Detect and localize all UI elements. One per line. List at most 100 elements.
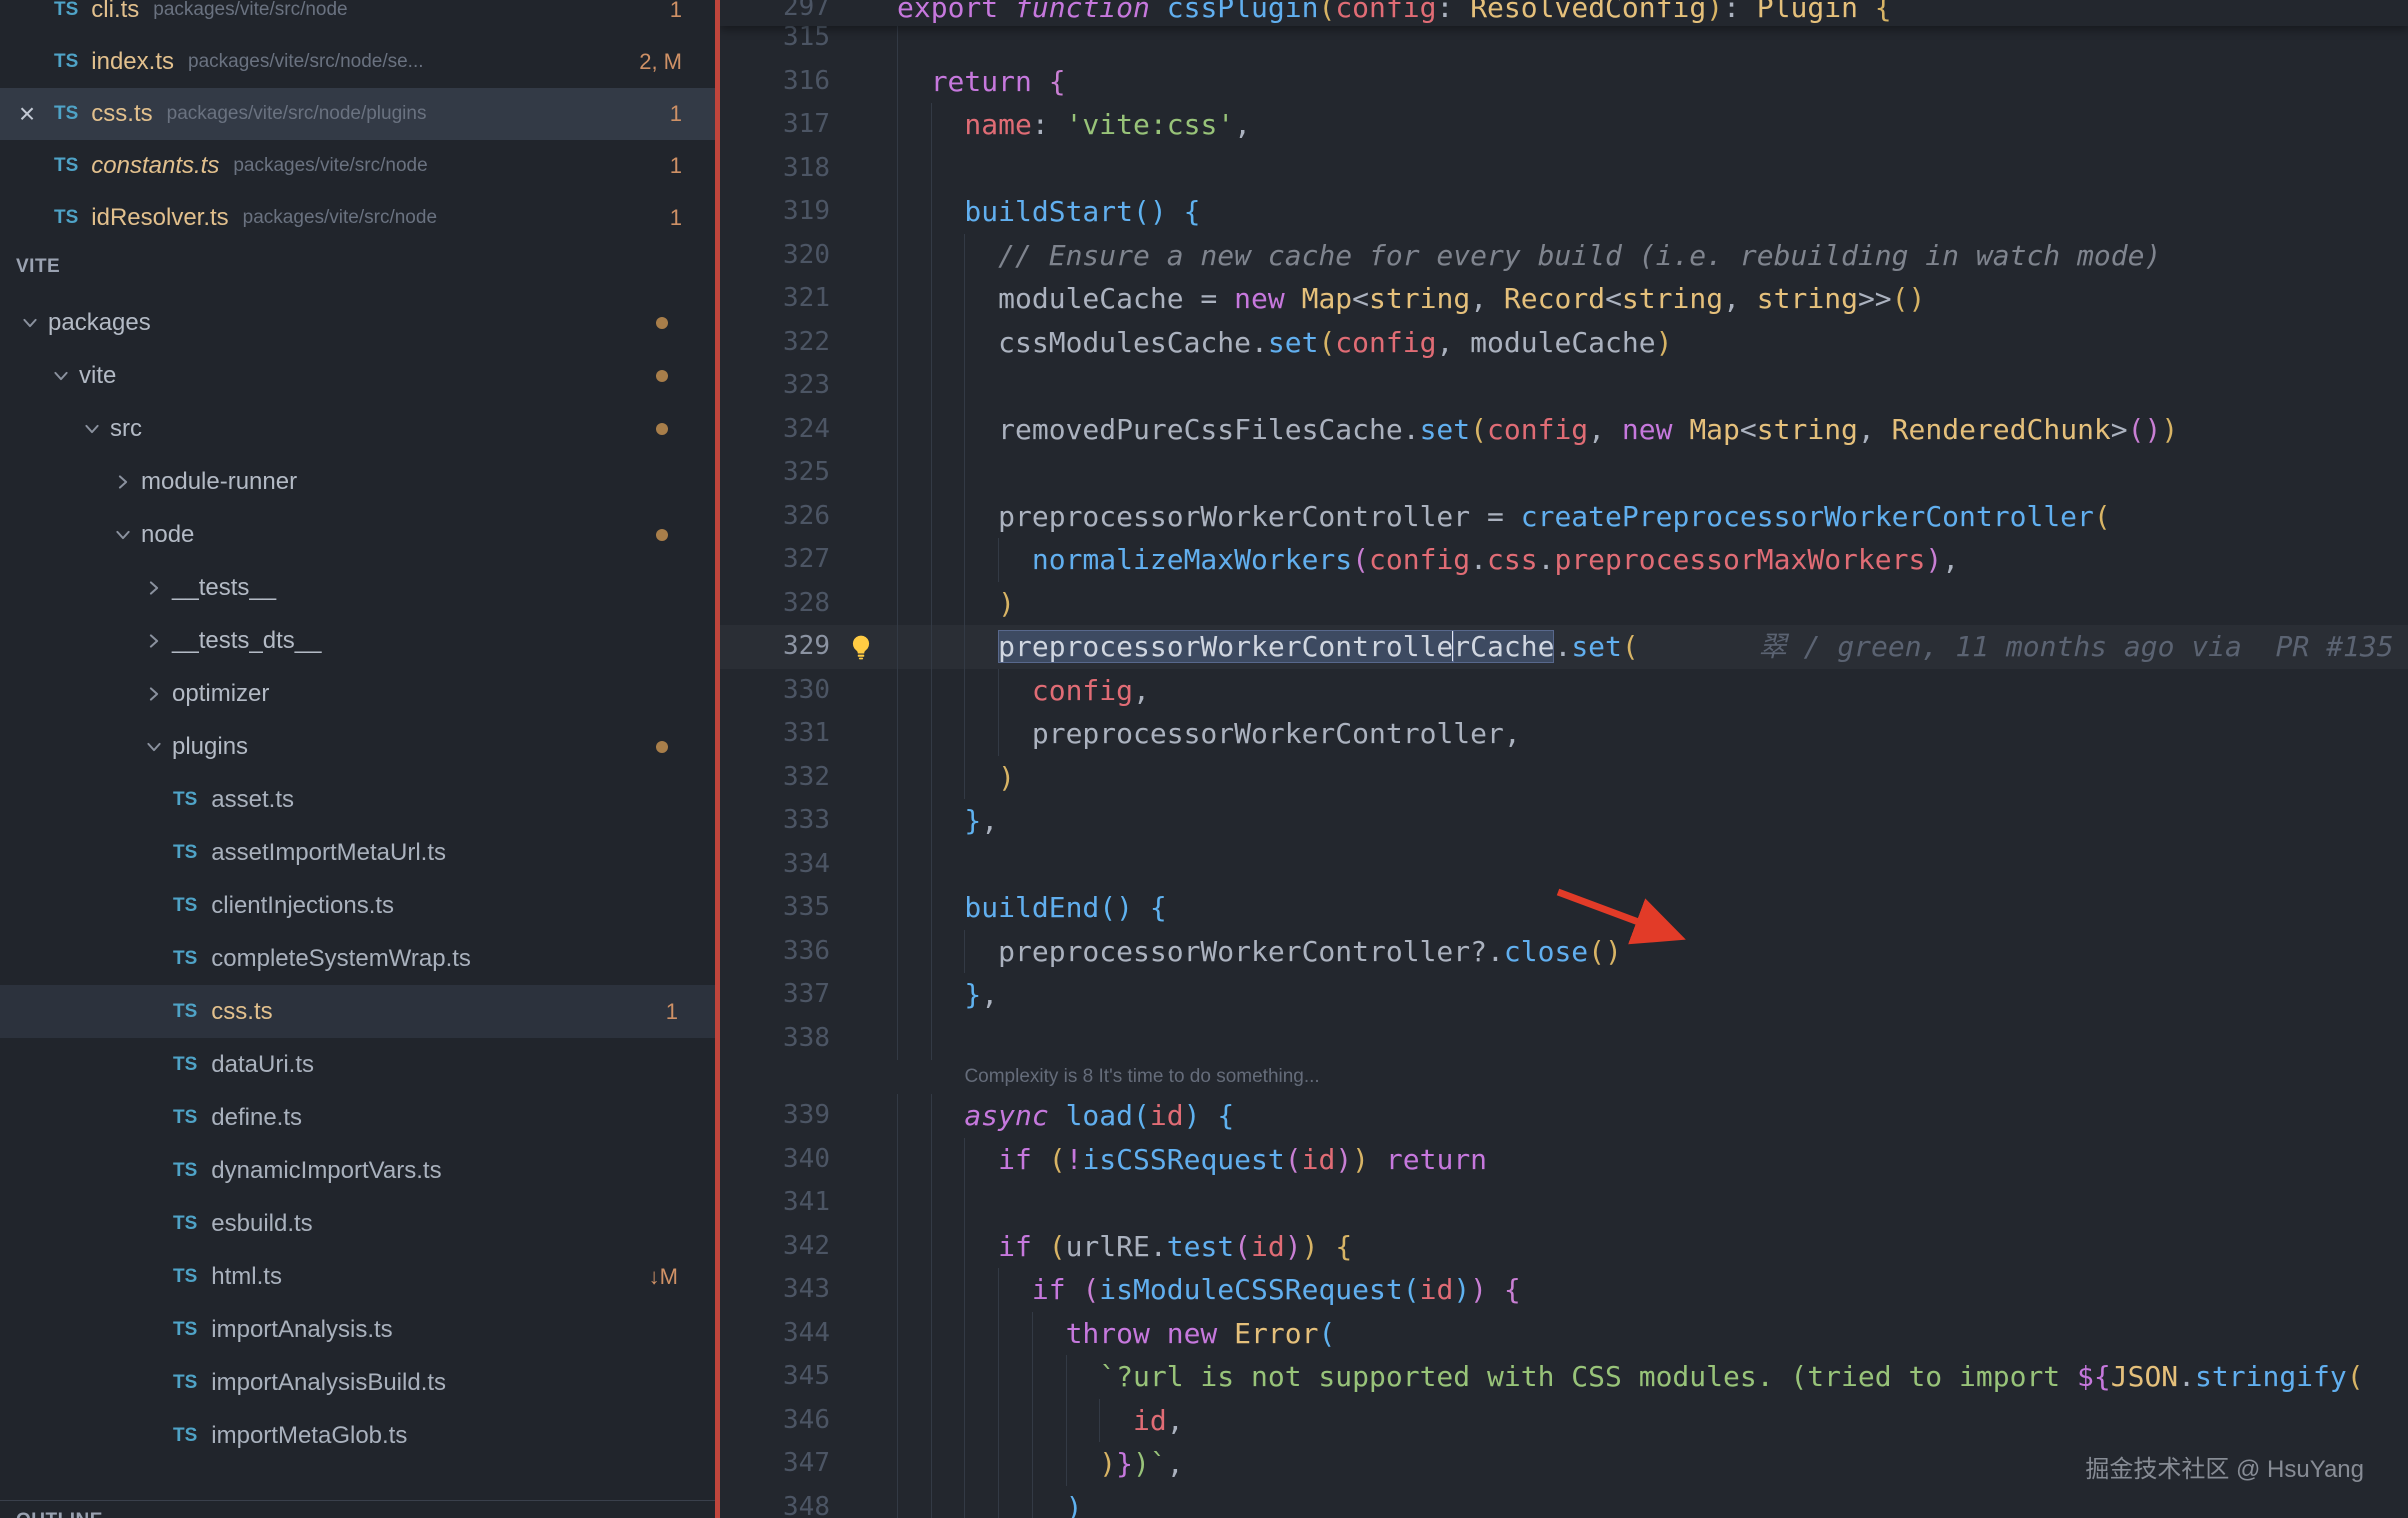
code-line[interactable]: 336preprocessorWorkerController?.close() xyxy=(720,930,2408,974)
chevron-down-icon[interactable] xyxy=(12,313,48,333)
tree-row-vite[interactable]: vite xyxy=(0,349,716,402)
line-number[interactable]: 324 xyxy=(720,408,830,452)
code-line[interactable]: 319buildStart() { xyxy=(720,190,2408,234)
sidebar-resize-sash[interactable] xyxy=(715,0,720,1518)
code-line[interactable]: 335buildEnd() { xyxy=(720,886,2408,930)
chevron-down-icon[interactable] xyxy=(43,366,79,386)
line-number[interactable]: 346 xyxy=(720,1399,830,1443)
code-line[interactable]: 343if (isModuleCSSRequest(id)) { xyxy=(720,1268,2408,1312)
code-line[interactable]: 320// Ensure a new cache for every build… xyxy=(720,234,2408,278)
code-line[interactable]: 317name: 'vite:css', xyxy=(720,103,2408,147)
line-number[interactable]: 332 xyxy=(720,756,830,800)
tree-row-node[interactable]: node xyxy=(0,508,716,561)
chevron-right-icon[interactable] xyxy=(136,684,172,704)
line-number[interactable]: 320 xyxy=(720,234,830,278)
lightbulb-icon[interactable] xyxy=(830,625,897,669)
code-line[interactable]: 323 xyxy=(720,364,2408,408)
line-number[interactable]: 331 xyxy=(720,712,830,756)
open-editor-row[interactable]: TScli.tspackages/vite/src/node1 xyxy=(0,0,716,36)
line-number[interactable]: 328 xyxy=(720,582,830,626)
tree-row-plugins[interactable]: plugins xyxy=(0,720,716,773)
tree-row-src[interactable]: src xyxy=(0,402,716,455)
outline-section-header[interactable]: OUTLINE xyxy=(0,1500,716,1518)
tree-row-cssts[interactable]: TScss.ts1 xyxy=(0,985,716,1038)
line-number[interactable]: 322 xyxy=(720,321,830,365)
line-number[interactable]: 326 xyxy=(720,495,830,539)
chevron-down-icon[interactable] xyxy=(136,737,172,757)
tree-row-optimizer[interactable]: optimizer xyxy=(0,667,716,720)
tree-row-packages[interactable]: packages xyxy=(0,296,716,349)
code-line[interactable]: 339async load(id) { xyxy=(720,1094,2408,1138)
tree-row-dynamicImportVarsts[interactable]: TSdynamicImportVars.ts xyxy=(0,1144,716,1197)
line-number[interactable]: 297 xyxy=(720,0,830,26)
tree-row-module-runner[interactable]: module-runner xyxy=(0,455,716,508)
code-line[interactable]: 346id, xyxy=(720,1399,2408,1443)
tree-row-esbuildts[interactable]: TSesbuild.ts xyxy=(0,1197,716,1250)
line-number[interactable]: 344 xyxy=(720,1312,830,1356)
line-number[interactable]: 337 xyxy=(720,973,830,1017)
code-line[interactable]: 334 xyxy=(720,843,2408,887)
tree-row-clientInjectionsts[interactable]: TSclientInjections.ts xyxy=(0,879,716,932)
tree-row-completeSystemWrapts[interactable]: TScompleteSystemWrap.ts xyxy=(0,932,716,985)
code-line[interactable]: 332) xyxy=(720,756,2408,800)
code-line[interactable]: 329preprocessorWorkerControllerCache.set… xyxy=(720,625,2408,669)
code-line[interactable]: 324removedPureCssFilesCache.set(config, … xyxy=(720,408,2408,452)
code-line[interactable]: 333}, xyxy=(720,799,2408,843)
line-number[interactable]: 340 xyxy=(720,1138,830,1182)
code-line[interactable]: 321moduleCache = new Map<string, Record<… xyxy=(720,277,2408,321)
tree-row-htmlts[interactable]: TShtml.ts↓M xyxy=(0,1250,716,1303)
code-line[interactable]: 345`?url is not supported with CSS modul… xyxy=(720,1355,2408,1399)
tree-row-importMetaGlobts[interactable]: TSimportMetaGlob.ts xyxy=(0,1409,716,1462)
chevron-down-icon[interactable] xyxy=(105,525,141,545)
code-line[interactable]: 348) xyxy=(720,1486,2408,1518)
line-number[interactable]: 345 xyxy=(720,1355,830,1399)
line-number[interactable]: 336 xyxy=(720,930,830,974)
code-line[interactable]: 322cssModulesCache.set(config, moduleCac… xyxy=(720,321,2408,365)
line-number[interactable]: 339 xyxy=(720,1094,830,1138)
code-line[interactable]: 344throw new Error( xyxy=(720,1312,2408,1356)
line-number[interactable]: 321 xyxy=(720,277,830,321)
sticky-scroll-line[interactable]: 297export function cssPlugin(config: Res… xyxy=(720,0,2408,26)
line-number[interactable]: 317 xyxy=(720,103,830,147)
tree-row-dataUrits[interactable]: TSdataUri.ts xyxy=(0,1038,716,1091)
open-editor-row[interactable]: TSindex.tspackages/vite/src/node/se...2,… xyxy=(0,36,716,88)
code-line[interactable]: 318 xyxy=(720,147,2408,191)
code-lens-row[interactable]: Complexity is 8 It's time to do somethin… xyxy=(720,1060,2408,1094)
line-number[interactable]: 342 xyxy=(720,1225,830,1269)
tree-row-__tests_dts__[interactable]: __tests_dts__ xyxy=(0,614,716,667)
code-line[interactable]: 327normalizeMaxWorkers(config.css.prepro… xyxy=(720,538,2408,582)
tree-row-importAnalysisBuildts[interactable]: TSimportAnalysisBuild.ts xyxy=(0,1356,716,1409)
line-number[interactable]: 338 xyxy=(720,1017,830,1061)
code-line[interactable]: 342if (urlRE.test(id)) { xyxy=(720,1225,2408,1269)
chevron-right-icon[interactable] xyxy=(105,472,141,492)
tree-row-assetImportMetaUrlts[interactable]: TSassetImportMetaUrl.ts xyxy=(0,826,716,879)
code-line[interactable]: 331preprocessorWorkerController, xyxy=(720,712,2408,756)
line-number[interactable]: 329 xyxy=(720,625,830,669)
code-line[interactable]: 328) xyxy=(720,582,2408,626)
tree-row-importAnalysists[interactable]: TSimportAnalysis.ts xyxy=(0,1303,716,1356)
line-number[interactable]: 333 xyxy=(720,799,830,843)
open-editor-row[interactable]: TSconstants.tspackages/vite/src/node1 xyxy=(0,140,716,192)
explorer-section-header[interactable]: VITE xyxy=(0,256,716,278)
line-number[interactable]: 343 xyxy=(720,1268,830,1312)
line-number[interactable]: 316 xyxy=(720,60,830,104)
open-editor-row[interactable]: ×TScss.tspackages/vite/src/node/plugins1 xyxy=(0,88,716,140)
line-number[interactable]: 323 xyxy=(720,364,830,408)
line-number[interactable]: 348 xyxy=(720,1486,830,1518)
code-line[interactable]: 340if (!isCSSRequest(id)) return xyxy=(720,1138,2408,1182)
code-line[interactable]: 297export function cssPlugin(config: Res… xyxy=(720,0,2408,26)
line-number[interactable]: 327 xyxy=(720,538,830,582)
open-editor-row[interactable]: TSidResolver.tspackages/vite/src/node1 xyxy=(0,192,716,244)
tree-row-__tests__[interactable]: __tests__ xyxy=(0,561,716,614)
line-number[interactable]: 330 xyxy=(720,669,830,713)
line-number[interactable]: 347 xyxy=(720,1442,830,1486)
code-line[interactable]: 325 xyxy=(720,451,2408,495)
code-line[interactable]: 337}, xyxy=(720,973,2408,1017)
close-icon[interactable]: × xyxy=(0,88,54,140)
code-line[interactable]: 341 xyxy=(720,1181,2408,1225)
code-line[interactable]: 330config, xyxy=(720,669,2408,713)
code-line[interactable]: 326preprocessorWorkerController = create… xyxy=(720,495,2408,539)
chevron-right-icon[interactable] xyxy=(136,578,172,598)
code-line[interactable]: 338 xyxy=(720,1017,2408,1061)
tree-row-assetts[interactable]: TSasset.ts xyxy=(0,773,716,826)
